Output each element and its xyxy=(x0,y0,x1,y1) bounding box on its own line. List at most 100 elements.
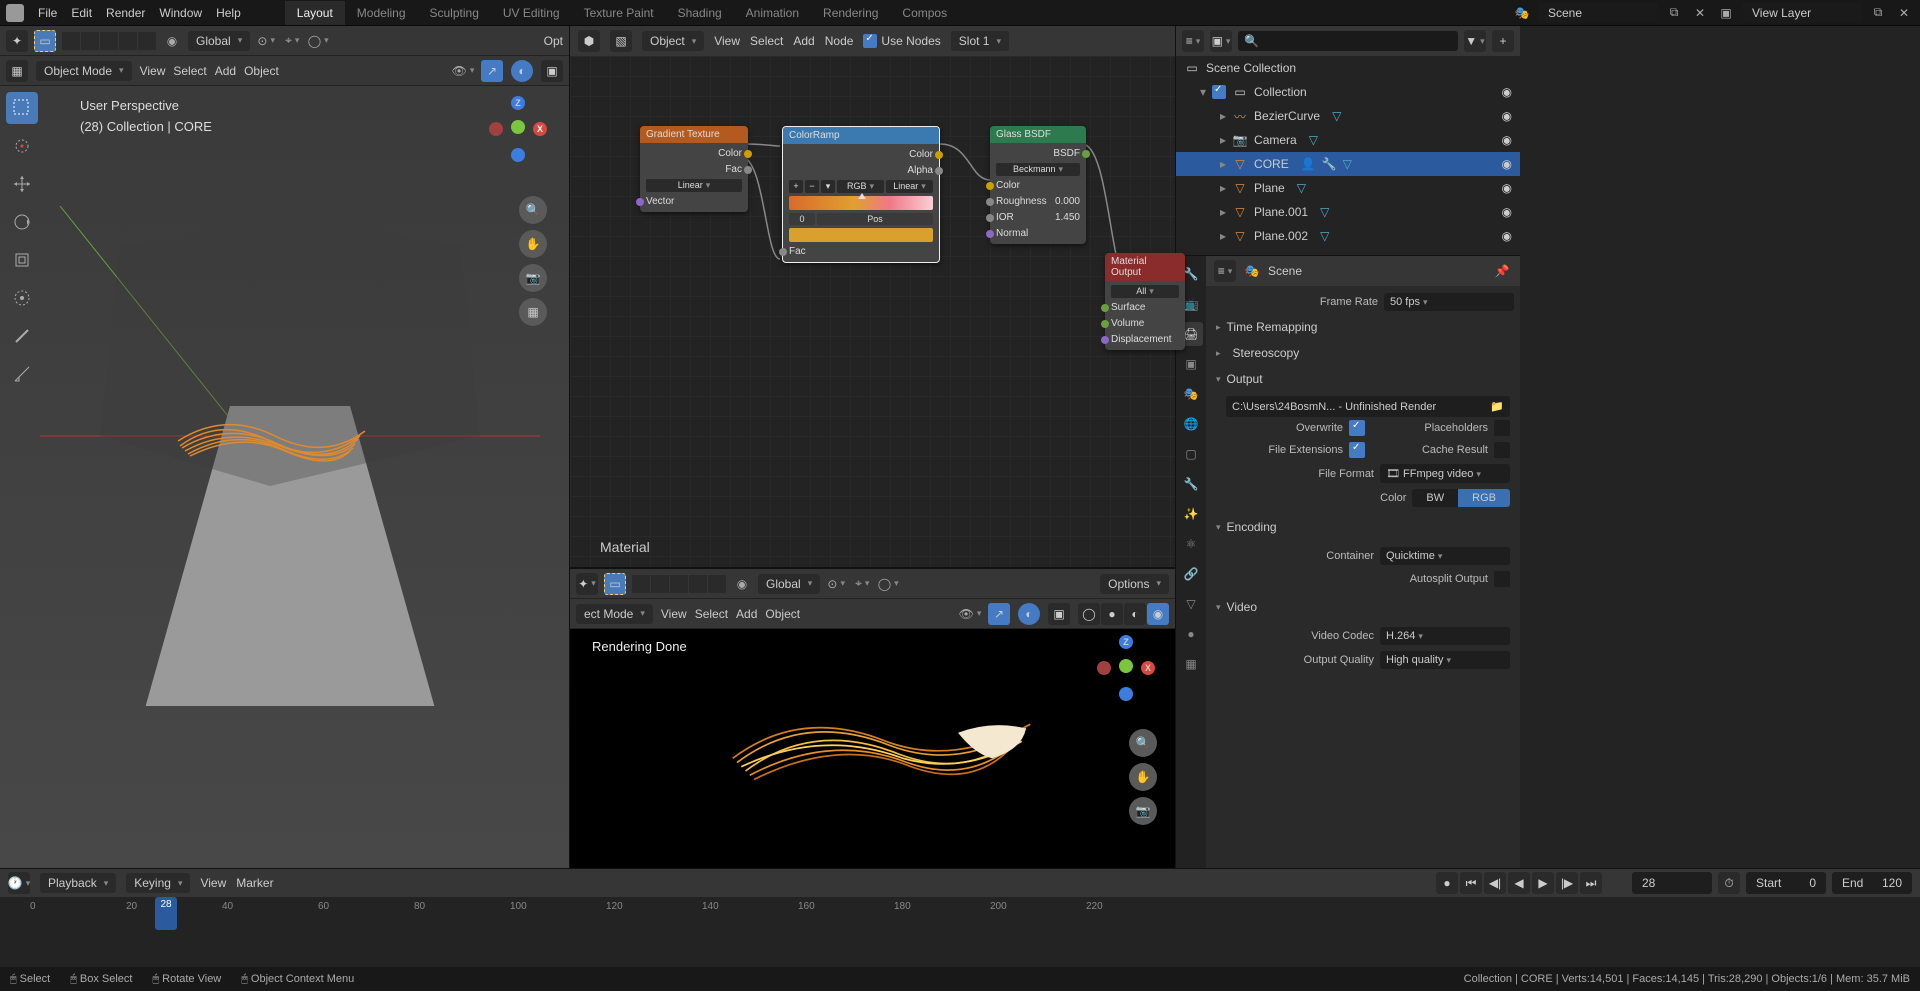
node-gradient-texture[interactable]: Gradient Texture Color Fac Linear Vector xyxy=(640,126,748,212)
outliner-item-plane[interactable]: ▸▽Plane▽◉ xyxy=(1176,176,1520,200)
outliner-display-icon[interactable]: ▣ xyxy=(1210,30,1232,52)
timeline-ruler[interactable]: 28 020406080100120140160180200220 xyxy=(0,897,1920,930)
eye-icon[interactable]: ◉ xyxy=(1502,109,1512,123)
outliner-item-core[interactable]: ▸▽CORE👤🔧▽◉ xyxy=(1176,152,1520,176)
color-ramp-gradient[interactable] xyxy=(789,196,933,210)
filter-icon[interactable]: ▼ xyxy=(1464,30,1486,52)
cache-result-checkbox[interactable] xyxy=(1494,442,1510,458)
copy-layer-icon[interactable]: ⧉ xyxy=(1868,3,1888,23)
playback-menu[interactable]: Playback xyxy=(40,873,116,893)
viewport-canvas[interactable]: User Perspective (28) Collection | CORE … xyxy=(0,86,569,868)
workspace-tab-uv-editing[interactable]: UV Editing xyxy=(491,1,572,25)
outliner-search[interactable]: 🔍 xyxy=(1238,31,1458,51)
eye-icon[interactable]: ◉ xyxy=(1502,229,1512,243)
pin-icon[interactable]: 📌 xyxy=(1492,261,1512,281)
menu-edit[interactable]: Edit xyxy=(71,6,92,20)
node-menu-add[interactable]: Add xyxy=(793,34,814,48)
eye-icon[interactable]: ◉ xyxy=(1502,181,1512,195)
keying-menu[interactable]: Keying xyxy=(126,873,190,893)
rv-visibility-icon[interactable]: 👁 xyxy=(960,604,980,624)
tool-move[interactable] xyxy=(6,168,38,200)
eye-icon[interactable]: ◉ xyxy=(1502,157,1512,171)
outliner-item-camera[interactable]: ▸📷Camera▽◉ xyxy=(1176,128,1520,152)
tool-select-box[interactable] xyxy=(6,92,38,124)
node-material-output[interactable]: Material Output All Surface Volume Displ… xyxy=(1105,253,1185,350)
tool-scale[interactable] xyxy=(6,244,38,276)
workspace-tab-animation[interactable]: Animation xyxy=(734,1,811,25)
use-nodes-toggle[interactable]: Use Nodes xyxy=(863,34,940,48)
select-box-tool-icon[interactable]: ▭ xyxy=(34,30,56,52)
output-path-field[interactable]: C:\Users\24BosmN... - Unfinished Render … xyxy=(1226,396,1510,417)
collection-checkbox[interactable] xyxy=(1212,85,1226,99)
workspace-tab-compos[interactable]: Compos xyxy=(890,1,959,25)
keyframe-next-icon[interactable]: |▶ xyxy=(1556,872,1578,894)
play-icon[interactable]: ▶ xyxy=(1532,872,1554,894)
axis-x-icon[interactable]: X xyxy=(533,122,547,136)
rv-menu-add[interactable]: Add xyxy=(736,607,757,621)
panel-output[interactable]: Output xyxy=(1212,366,1514,392)
quality-field[interactable]: High quality xyxy=(1380,651,1510,669)
panel-video[interactable]: Video xyxy=(1212,594,1514,620)
options-label[interactable]: Opt xyxy=(544,34,563,48)
folder-icon[interactable]: 📁 xyxy=(1490,400,1504,413)
transform-orientation[interactable]: Global xyxy=(188,31,250,51)
rv-overlay-icon[interactable]: ◐ xyxy=(1018,603,1040,625)
overwrite-checkbox[interactable] xyxy=(1349,420,1365,436)
tab-modifier[interactable]: 🔧 xyxy=(1179,472,1203,496)
codec-field[interactable]: H.264 xyxy=(1380,627,1510,645)
color-mode-segment[interactable]: BW RGB xyxy=(1412,489,1510,507)
rv-camera-icon[interactable]: 📷 xyxy=(1129,797,1157,825)
color-ramp-swatch[interactable] xyxy=(789,228,933,242)
rv-pivot-icon[interactable]: ⊙ xyxy=(826,574,846,594)
panel-time-remapping[interactable]: Time Remapping xyxy=(1212,314,1514,340)
scene-name-field[interactable]: Scene xyxy=(1538,3,1658,23)
outliner-item-beziercurve[interactable]: ▸〰BezierCurve▽◉ xyxy=(1176,104,1520,128)
tool-transform[interactable] xyxy=(6,282,38,314)
new-collection-icon[interactable]: + xyxy=(1492,30,1514,52)
rv-menu-select[interactable]: Select xyxy=(695,607,728,621)
rv-xray-icon[interactable]: ▣ xyxy=(1048,603,1070,625)
copy-scene-icon[interactable]: ⧉ xyxy=(1664,3,1684,23)
select-mode-icons[interactable] xyxy=(62,32,156,50)
cursor-icon[interactable]: ◉ xyxy=(162,31,182,51)
shading-mode-icons[interactable]: ◯●◐◉ xyxy=(1078,603,1169,625)
menu-file[interactable]: File xyxy=(38,6,57,20)
eye-icon[interactable]: ◉ xyxy=(1502,85,1512,99)
workspace-tab-layout[interactable]: Layout xyxy=(285,1,345,25)
editor-type-icon[interactable]: ✦ xyxy=(6,30,28,52)
autosplit-checkbox[interactable] xyxy=(1494,571,1510,587)
tool-rotate[interactable] xyxy=(6,206,38,238)
tool-measure[interactable] xyxy=(6,358,38,390)
editor-type2-icon[interactable]: ▦ xyxy=(6,60,28,82)
outliner-tree[interactable]: ▭ Scene Collection ▾ ▭ Collection ◉ ▸〰Be… xyxy=(1176,56,1520,255)
vp-menu-object[interactable]: Object xyxy=(244,64,279,78)
delete-layer-icon[interactable]: ✕ xyxy=(1894,3,1914,23)
view-layer-field[interactable]: View Layer xyxy=(1742,3,1862,23)
tab-texture[interactable]: ▦ xyxy=(1179,652,1203,676)
start-frame-field[interactable]: Start0 xyxy=(1746,872,1826,894)
outliner-scene-collection[interactable]: ▭ Scene Collection xyxy=(1176,56,1520,80)
snap-icon[interactable]: ⌖ xyxy=(282,31,302,51)
menu-window[interactable]: Window xyxy=(159,6,202,20)
vp-menu-add[interactable]: Add xyxy=(215,64,236,78)
axis-neg-icon[interactable] xyxy=(489,122,503,136)
node-canvas[interactable]: Gradient Texture Color Fac Linear Vector… xyxy=(570,56,1175,567)
jump-start-icon[interactable]: ⏮ xyxy=(1460,872,1482,894)
node-color-ramp[interactable]: ColorRamp Color Alpha +−▾ RGB Linear 0 P… xyxy=(782,126,940,263)
outliner-item-plane-002[interactable]: ▸▽Plane.002▽◉ xyxy=(1176,224,1520,248)
pivot-icon[interactable]: ⊙ xyxy=(256,31,276,51)
playhead[interactable]: 28 xyxy=(155,897,177,930)
menu-render[interactable]: Render xyxy=(106,6,145,20)
node-menu-view[interactable]: View xyxy=(714,34,740,48)
node-object-dropdown[interactable]: Object xyxy=(642,31,704,51)
tab-physics[interactable]: ⚛ xyxy=(1179,532,1203,556)
timeline-type-icon[interactable]: 🕐 xyxy=(8,872,30,894)
proportional-icon[interactable]: ◯ xyxy=(308,31,328,51)
file-format-field[interactable]: 🎞 FFmpeg video xyxy=(1380,464,1510,483)
file-ext-checkbox[interactable] xyxy=(1349,442,1365,458)
shader-type-icon[interactable]: ▧ xyxy=(610,30,632,52)
workspace-tab-modeling[interactable]: Modeling xyxy=(345,1,418,25)
rv-prop-icon[interactable]: ◯ xyxy=(878,574,898,594)
tab-object[interactable]: ▢ xyxy=(1179,442,1203,466)
node-glass-bsdf[interactable]: Glass BSDF BSDF Beckmann Color Roughness… xyxy=(990,126,1086,244)
